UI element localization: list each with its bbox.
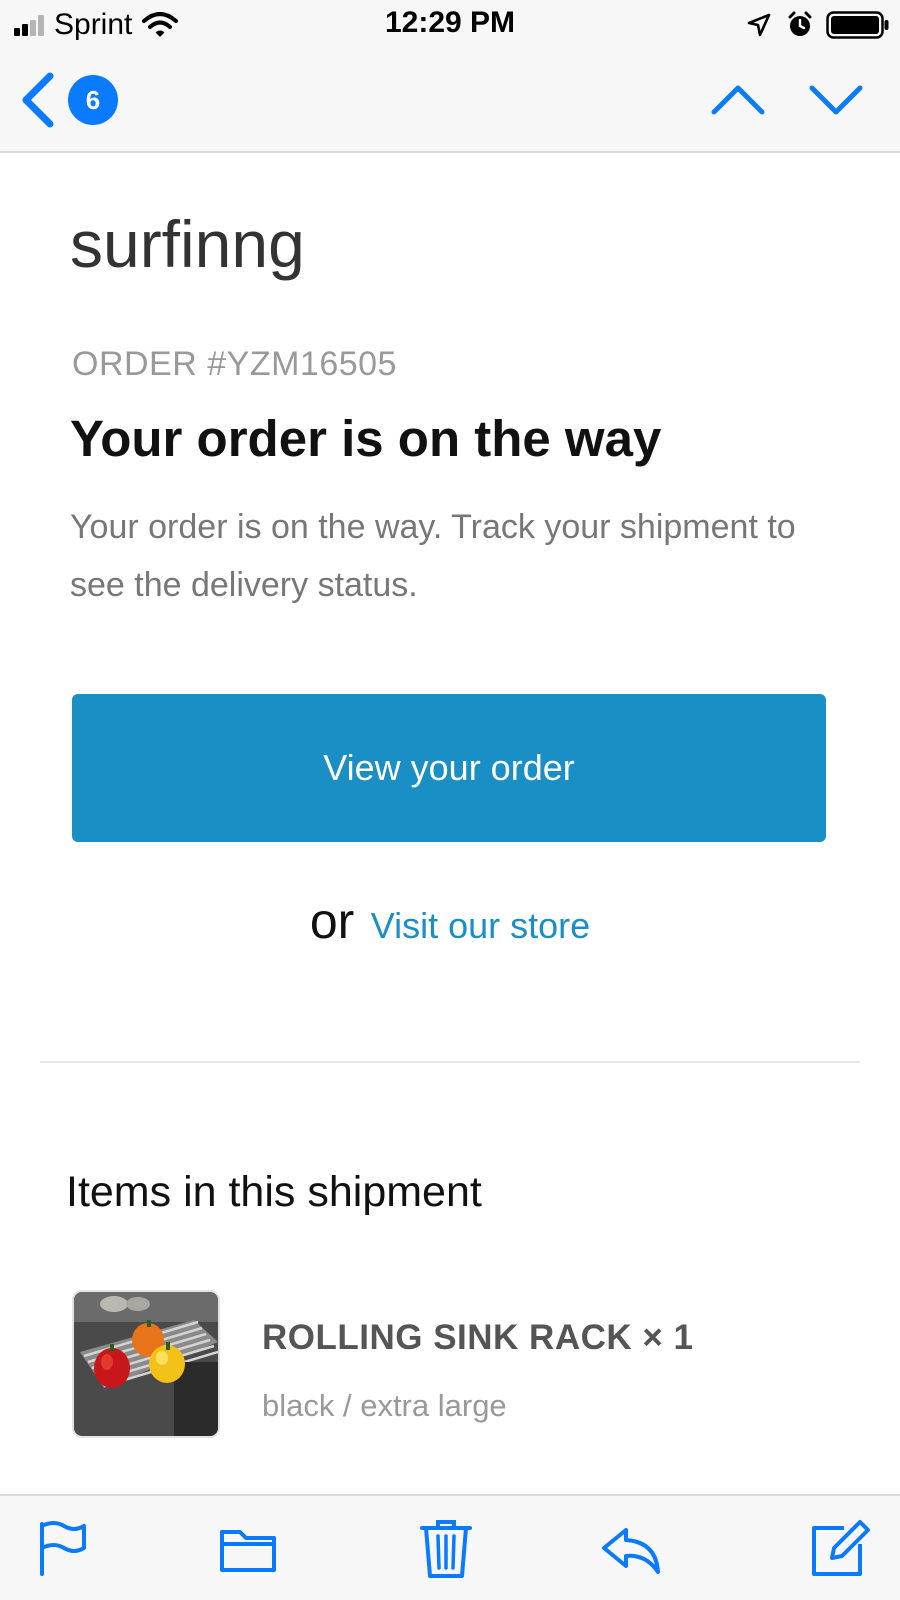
order-description: Your order is on the way. Track your shi… xyxy=(70,508,796,604)
view-order-button-label: View your order xyxy=(323,747,575,788)
or-text: or xyxy=(309,893,355,949)
reply-icon[interactable] xyxy=(598,1516,662,1580)
trash-icon[interactable] xyxy=(414,1516,478,1580)
chevron-left-icon[interactable] xyxy=(18,72,58,128)
mail-toolbar xyxy=(0,1494,900,1600)
unread-count-badge[interactable]: 6 xyxy=(68,75,118,125)
view-order-button[interactable]: View your order xyxy=(72,694,826,842)
location-arrow-icon xyxy=(747,13,771,37)
product-name: ROLLING SINK RACK × 1 xyxy=(262,1318,694,1357)
order-number: ORDER #YZM16505 xyxy=(72,345,397,383)
or-row: or Visit our store xyxy=(0,892,900,950)
visit-store-link[interactable]: Visit our store xyxy=(371,905,590,946)
chevron-down-icon[interactable] xyxy=(808,78,864,122)
folder-icon[interactable] xyxy=(216,1516,280,1580)
divider xyxy=(40,1061,860,1063)
alarm-icon xyxy=(788,11,812,36)
product-photo xyxy=(74,1292,218,1436)
product-image xyxy=(72,1290,220,1438)
compose-icon[interactable] xyxy=(808,1516,872,1580)
status-bar: Sprint 12:29 PM xyxy=(0,0,900,50)
status-right xyxy=(746,8,890,42)
battery-icon xyxy=(826,11,889,39)
chevron-up-icon[interactable] xyxy=(710,78,766,122)
product-variant: black / extra large xyxy=(262,1388,507,1423)
order-headline: Your order is on the way xyxy=(70,410,662,467)
shipment-section-title: Items in this shipment xyxy=(66,1168,482,1216)
mail-nav-bar: 6 xyxy=(0,50,900,153)
flag-icon[interactable] xyxy=(30,1516,94,1580)
shop-name: surfinng xyxy=(70,207,305,281)
